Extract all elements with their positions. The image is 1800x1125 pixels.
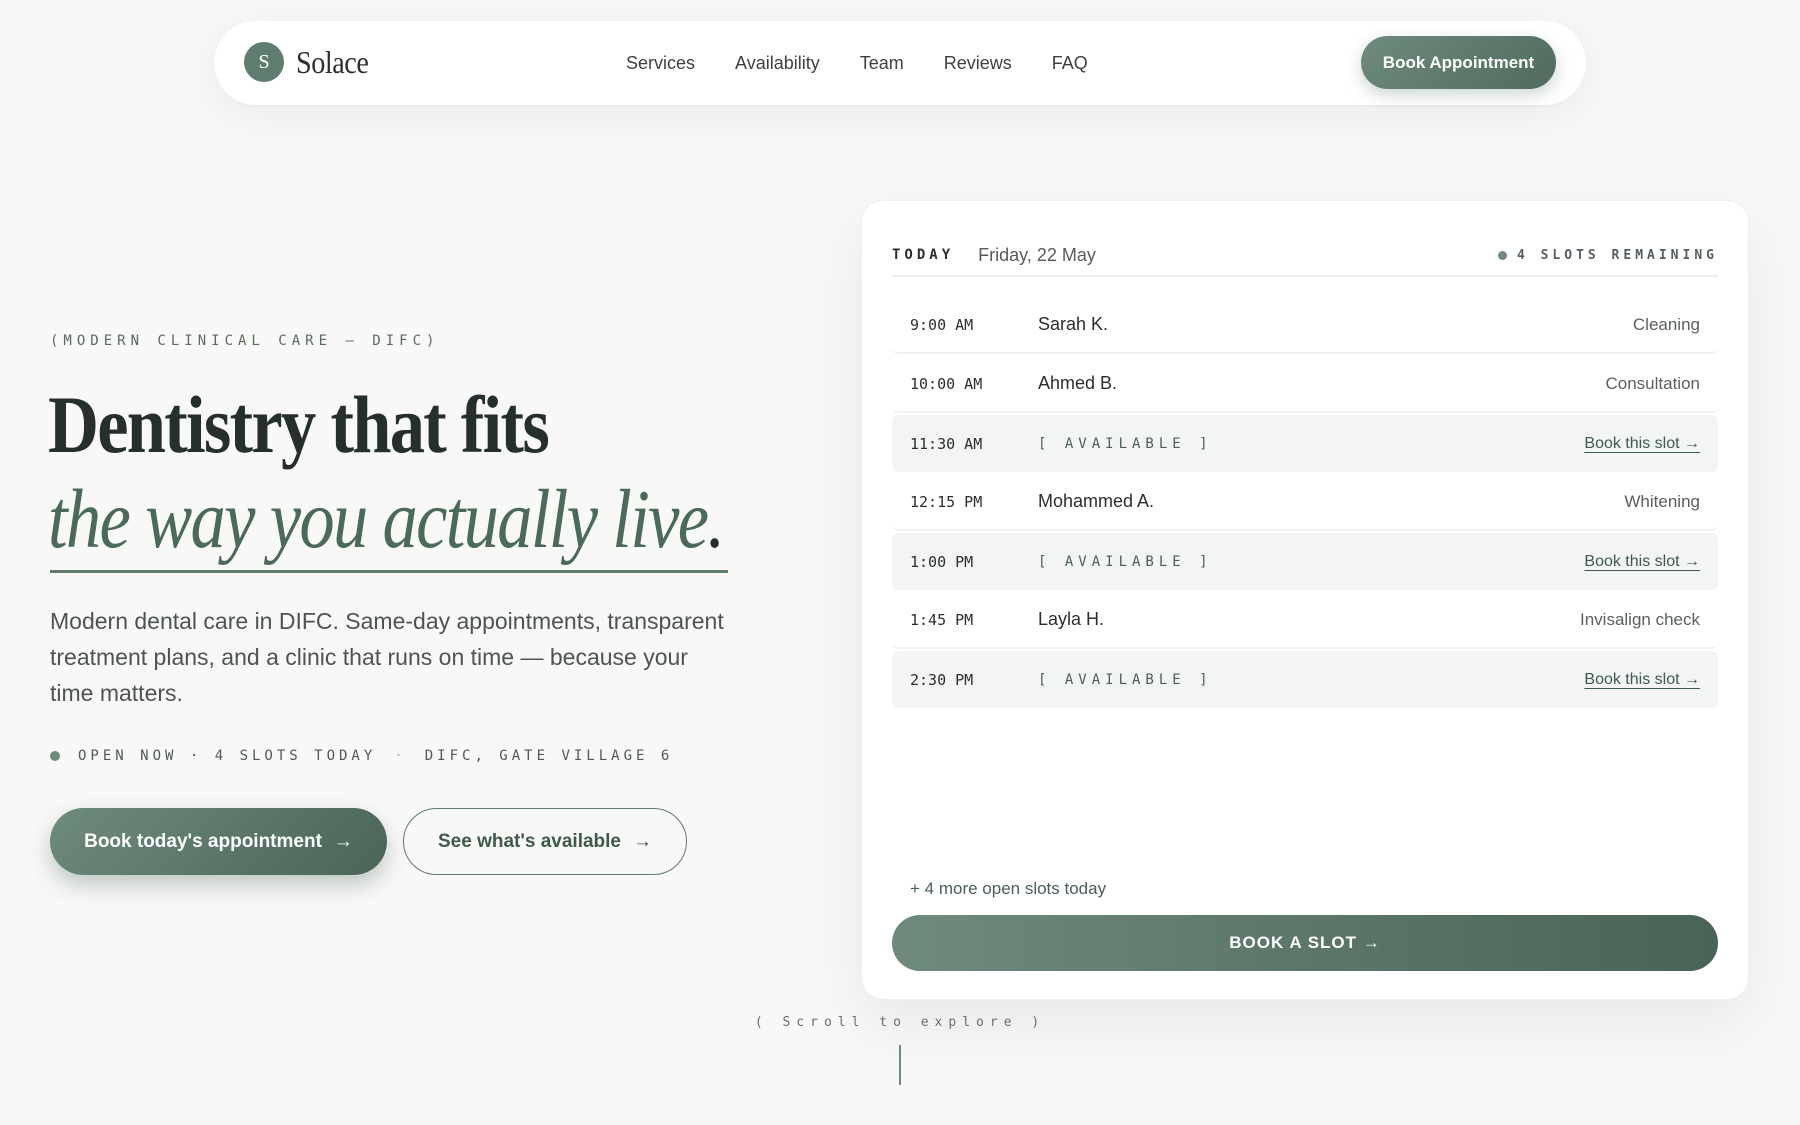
booked-slot-row: 9:00 AM Sarah K. Cleaning (892, 297, 1718, 354)
status-dot-icon (50, 751, 60, 761)
available-slot-row[interactable]: 1:00 PM [ AVAILABLE ] Book this slot → (892, 533, 1718, 590)
see-available-button[interactable]: See what's available → (403, 808, 687, 875)
more-slots-text: + 4 more open slots today (910, 879, 1107, 898)
arrow-right-icon: → (633, 830, 652, 852)
hero-eyebrow: (MODERN CLINICAL CARE — DIFC) (50, 333, 440, 349)
status-line: OPEN NOW · 4 SLOTS TODAY · DIFC, GATE VI… (50, 748, 673, 764)
status-location: DIFC, GATE VILLAGE 6 (424, 748, 674, 764)
slot-time: 1:00 PM (910, 552, 974, 571)
book-this-slot-link[interactable]: Book this slot → (1584, 553, 1700, 571)
slots-remaining-text: 4 SLOTS REMAINING (1516, 247, 1718, 263)
schedule-list: 9:00 AM Sarah K. Cleaning 10:00 AM Ahmed B. C… (892, 297, 1718, 710)
patient-name: Sarah K. (1038, 314, 1109, 334)
status-dot-icon (1497, 250, 1507, 260)
booked-slot-row: 12:15 PM Mohammed A. Whitening (892, 474, 1718, 531)
top-navigation: S Solace Services Availability Team Revi… (214, 21, 1586, 105)
book-this-slot-link[interactable]: Book this slot → (1584, 671, 1700, 689)
patient-name: Layla H. (1038, 609, 1105, 629)
book-today-label: Book today's appointment (84, 830, 322, 852)
slot-time: 10:00 AM (910, 374, 983, 393)
slot-available-label: [ AVAILABLE ] (1038, 671, 1213, 688)
today-date: Friday, 22 May (978, 244, 1096, 265)
arrow-right-icon: → (333, 830, 353, 852)
book-appointment-button[interactable]: Book Appointment (1361, 36, 1556, 89)
status-separator: · (394, 748, 407, 764)
nav-link-reviews[interactable]: Reviews (944, 53, 1012, 74)
nav-link-availability[interactable]: Availability (735, 53, 820, 74)
see-available-label: See what's available (437, 830, 621, 852)
booked-slot-row: 1:45 PM Layla H. Invisalign check (892, 592, 1718, 649)
scroll-hint: ( Scroll to explore ) (754, 1015, 1046, 1030)
slot-available-label: [ AVAILABLE ] (1038, 553, 1213, 570)
hero-title-period: . (707, 473, 725, 566)
service-name: Invisalign check (1579, 609, 1700, 629)
available-slot-row[interactable]: 11:30 AM [ AVAILABLE ] Book this slot → (892, 415, 1718, 472)
hero-title-italic: the way you actually live (48, 473, 709, 566)
service-name: Consultation (1605, 373, 1700, 393)
slot-time: 1:45 PM (910, 610, 974, 629)
patient-name: Ahmed B. (1038, 373, 1118, 393)
nav-link-services[interactable]: Services (626, 53, 695, 74)
scroll-line (899, 1045, 901, 1085)
nav-links: Services Availability Team Reviews FAQ (626, 21, 1088, 105)
status-open: OPEN NOW · 4 SLOTS TODAY (78, 748, 377, 764)
hero-title-line2: the way you actually live. (48, 478, 725, 562)
book-slot-button[interactable]: BOOK A SLOT → (892, 915, 1718, 971)
slot-available-label: [ AVAILABLE ] (1038, 435, 1213, 452)
slot-time: 9:00 AM (910, 315, 974, 334)
service-name: Cleaning (1632, 314, 1700, 334)
slot-time: 2:30 PM (910, 670, 974, 689)
nav-link-team[interactable]: Team (860, 53, 904, 74)
slot-time: 11:30 AM (910, 434, 983, 453)
slot-time: 12:15 PM (910, 492, 983, 511)
brand-logo[interactable]: S Solace (244, 42, 378, 82)
schedule-card: TODAY Friday, 22 May 4 SLOTS REMAINING 9… (861, 200, 1749, 1000)
today-label: TODAY (892, 247, 955, 263)
logo-mark-icon: S (244, 42, 284, 82)
nav-link-faq[interactable]: FAQ (1052, 53, 1088, 74)
booked-slot-row: 10:00 AM Ahmed B. Consultation (892, 356, 1718, 413)
title-underline (50, 570, 728, 573)
schedule-header: TODAY Friday, 22 May 4 SLOTS REMAINING (892, 235, 1718, 275)
book-this-slot-link[interactable]: Book this slot → (1584, 435, 1700, 453)
hero-title-line1: Dentistry that fits (48, 379, 550, 470)
brand-name: Solace (296, 43, 369, 80)
divider (892, 275, 1718, 277)
patient-name: Mohammed A. (1038, 491, 1155, 511)
slots-remaining-badge: 4 SLOTS REMAINING (1497, 247, 1718, 263)
service-name: Whitening (1624, 491, 1700, 511)
available-slot-row[interactable]: 2:30 PM [ AVAILABLE ] Book this slot → (892, 651, 1718, 708)
book-today-button[interactable]: Book today's appointment → (50, 808, 387, 875)
hero-lead: Modern dental care in DIFC. Same-day app… (50, 608, 724, 706)
